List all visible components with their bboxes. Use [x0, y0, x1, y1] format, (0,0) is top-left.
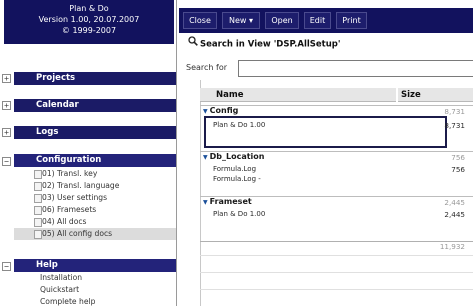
app-version: Version 1.00, 20.07.2007 [38, 15, 140, 24]
help-item-quickstart[interactable]: Quickstart [14, 284, 176, 296]
document-size: 2,445 [444, 210, 465, 219]
section-calendar[interactable]: Calendar [14, 99, 176, 112]
view-title-bar: Search in View 'DSP.AllSetup' [180, 36, 473, 52]
print-button[interactable]: Print [336, 12, 367, 29]
configuration-items: 01) Transl. key 02) Transl. language 03)… [14, 168, 176, 240]
triangle-down-icon: ▼ [203, 199, 208, 206]
category-row-config[interactable]: ▼ Config 8,731 [200, 105, 473, 116]
view-title: Search in View 'DSP.AllSetup' [200, 39, 341, 50]
calendar-expand-toggle[interactable]: + [2, 101, 11, 110]
table-row[interactable]: Formula.Log 756 [200, 165, 473, 175]
help-item-installation[interactable]: Installation [14, 272, 176, 284]
sidebar-item-all-config-docs[interactable]: 05) All config docs [14, 228, 176, 240]
sidebar-item-transl-key[interactable]: 01) Transl. key [14, 168, 176, 180]
document-size: 756 [451, 165, 465, 174]
sidebar-item-user-settings[interactable]: 03) User settings [14, 192, 176, 204]
app-copyright: © 1999-2007 [61, 26, 117, 35]
magnifier-icon [188, 36, 198, 52]
search-input[interactable] [238, 60, 473, 77]
empty-row-line [200, 255, 473, 256]
action-toolbar: Close New ▾ Open Edit Print [179, 8, 473, 33]
sidebar-item-framesets[interactable]: 06) Framesets [14, 204, 176, 216]
section-projects[interactable]: Projects [14, 72, 176, 85]
navigation-pane: Plan & Do Version 1.00, 20.07.2007 © 199… [0, 0, 177, 306]
category-name: Db_Location [209, 152, 265, 161]
table-row[interactable]: Plan & Do 1.00 8,731 [200, 121, 473, 131]
sidebar-item-transl-language[interactable]: 02) Transl. language [14, 180, 176, 192]
configuration-collapse-toggle[interactable]: − [2, 157, 11, 166]
category-total: 756 [451, 153, 465, 162]
section-logs[interactable]: Logs [14, 126, 176, 139]
table-row[interactable]: Plan & Do 1.00 2,445 [200, 210, 473, 220]
app-brand-block: Plan & Do Version 1.00, 20.07.2007 © 199… [4, 0, 174, 44]
edit-button[interactable]: Edit [304, 12, 331, 29]
help-collapse-toggle[interactable]: − [2, 262, 11, 271]
table-row[interactable]: Formula.Log - [200, 175, 473, 185]
column-size-label: Size [401, 90, 421, 100]
triangle-down-icon: ▼ [203, 154, 208, 161]
sidebar-item-all-docs[interactable]: 04) All docs [14, 216, 176, 228]
section-configuration[interactable]: Configuration [14, 154, 176, 167]
category-name: Config [209, 106, 239, 115]
new-dropdown-button[interactable]: New ▾ [222, 12, 260, 29]
document-name: Plan & Do 1.00 [213, 121, 266, 129]
empty-row-line [200, 272, 473, 273]
category-row-frameset[interactable]: ▼ Frameset 2,445 [200, 196, 473, 207]
column-name-label: Name [216, 90, 244, 100]
category-name: Frameset [209, 197, 252, 206]
document-name: Plan & Do 1.00 [213, 210, 266, 218]
logs-expand-toggle[interactable]: + [2, 128, 11, 137]
category-total: 8,731 [444, 107, 465, 116]
section-help[interactable]: Help [14, 259, 176, 272]
close-button[interactable]: Close [183, 12, 217, 29]
category-row-db-location[interactable]: ▼ Db_Location 756 [200, 151, 473, 162]
search-label: Search for [186, 63, 228, 72]
grand-total: 11,932 [439, 242, 465, 251]
app-name: Plan & Do [69, 4, 109, 13]
projects-expand-toggle[interactable]: + [2, 74, 11, 83]
document-size: 8,731 [444, 121, 465, 130]
total-separator [200, 241, 473, 242]
open-button[interactable]: Open [265, 12, 299, 29]
document-name: Formula.Log - [213, 175, 261, 183]
triangle-down-icon: ▼ [203, 108, 208, 115]
search-row: Search for [180, 60, 473, 78]
help-item-complete-help[interactable]: Complete help [14, 296, 176, 306]
document-view: Name Size ▼ Config 8,731 Plan & Do 1.00 8… [180, 80, 473, 306]
empty-row-line [200, 289, 473, 290]
help-items: Installation Quickstart Complete help [14, 272, 176, 306]
category-total: 2,445 [444, 198, 465, 207]
document-name: Formula.Log [213, 165, 257, 173]
